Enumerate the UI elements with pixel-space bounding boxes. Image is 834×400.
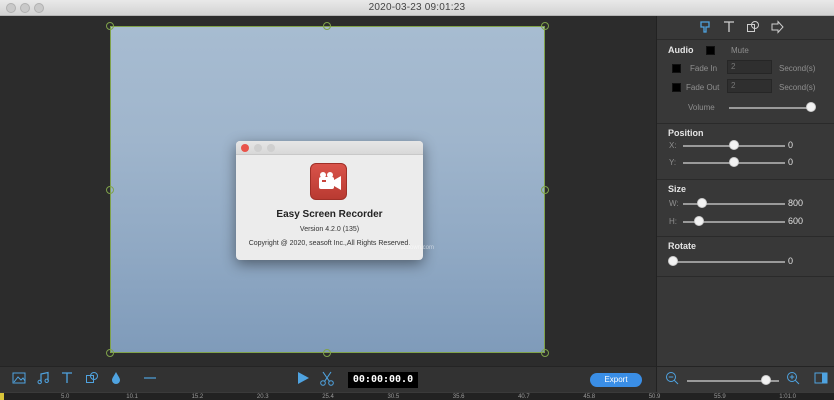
y-label: Y: <box>669 158 677 167</box>
ruler-tick-label: 25.4 <box>322 394 334 400</box>
arrow-icon[interactable] <box>769 20 785 36</box>
ruler-tick-label: 1:01.0 <box>779 394 796 400</box>
app-version: Version 4.2.0 (135) <box>299 226 360 233</box>
ruler-tick-label: 30.5 <box>387 394 400 400</box>
fade-in-field[interactable]: 2 <box>727 60 772 74</box>
text-icon[interactable] <box>721 20 737 36</box>
position-section: Position X: 0 Y: 0 <box>657 124 834 180</box>
shape-icon[interactable] <box>745 20 761 36</box>
app-name: Easy Screen Recorder <box>276 209 383 220</box>
position-title: Position <box>668 128 704 138</box>
ruler-tick-label: 35.6 <box>452 394 465 400</box>
about-dialog: Easy Screen Recorder Version 4.2.0 (135)… <box>236 141 423 260</box>
y-value[interactable]: 0 <box>788 157 793 167</box>
drop-icon[interactable] <box>107 371 125 389</box>
watermark: www.macdown.com <box>381 245 435 251</box>
export-button[interactable]: Export <box>590 373 642 387</box>
dialog-title-bar <box>236 141 423 155</box>
mute-checkbox[interactable] <box>706 46 715 55</box>
fade-out-field[interactable]: 2 <box>727 79 772 93</box>
app-window: 2020-03-23 09:01:23 Easy Screen Recorder… <box>0 0 834 400</box>
ruler-tick-label: 20.3 <box>256 394 269 400</box>
width-slider-knob[interactable] <box>697 198 707 208</box>
width-value[interactable]: 800 <box>788 198 803 208</box>
x-slider-knob[interactable] <box>729 140 739 150</box>
fade-out-unit: Second(s) <box>779 83 816 92</box>
ruler-tick-label: 40.7 <box>518 394 530 400</box>
sidebar-toggle-icon[interactable] <box>812 371 830 389</box>
mute-label: Mute <box>731 46 749 55</box>
size-section: Size W: 800 H: 600 <box>657 180 834 237</box>
resize-handle-bottom-left[interactable] <box>106 349 114 357</box>
resize-handle-bottom[interactable] <box>323 349 331 357</box>
ruler-tick-label: 45.8 <box>583 394 596 400</box>
resize-handle-top[interactable] <box>323 22 331 30</box>
camera-icon <box>310 163 347 200</box>
resize-handle-bottom-right[interactable] <box>541 349 549 357</box>
playhead-marker[interactable] <box>0 393 4 400</box>
resize-handle-top-right[interactable] <box>541 22 549 30</box>
width-label: W: <box>669 199 679 208</box>
ruler-tick-label: 55.9 <box>714 394 726 400</box>
zoom-bar <box>656 366 834 392</box>
dialog-close-button[interactable] <box>241 144 249 152</box>
x-value[interactable]: 0 <box>788 140 793 150</box>
volume-slider-knob[interactable] <box>806 102 816 112</box>
fade-out-checkbox[interactable] <box>672 83 681 92</box>
y-slider-knob[interactable] <box>729 157 739 167</box>
fade-in-checkbox[interactable] <box>672 64 681 73</box>
fade-in-unit: Second(s) <box>779 64 816 73</box>
volume-slider-track[interactable] <box>729 107 815 109</box>
window-title: 2020-03-23 09:01:23 <box>368 2 466 13</box>
panel-tab-bar <box>657 16 834 40</box>
ruler-tick-label: 50.9 <box>648 394 661 400</box>
paint-icon[interactable] <box>697 20 713 36</box>
fade-in-label: Fade In <box>690 64 718 73</box>
fade-out-label: Fade Out <box>686 83 720 92</box>
scissors-icon[interactable] <box>318 371 336 389</box>
audio-section: Audio Mute Fade In 2 Second(s) Fade Out … <box>657 40 834 124</box>
x-label: X: <box>669 141 677 150</box>
line-icon[interactable] <box>141 371 159 389</box>
dialog-zoom-button[interactable] <box>267 144 275 152</box>
resize-handle-top-left[interactable] <box>106 22 114 30</box>
rotate-value[interactable]: 0 <box>788 256 793 266</box>
rotate-slider-track[interactable] <box>669 261 785 263</box>
time-display: 00:00:00.0 <box>348 372 418 388</box>
title-bar: 2020-03-23 09:01:23 <box>0 0 834 16</box>
play-icon[interactable] <box>294 371 312 389</box>
height-label: H: <box>669 217 677 226</box>
rotate-title: Rotate <box>668 241 697 251</box>
resize-handle-right[interactable] <box>541 186 549 194</box>
height-slider-knob[interactable] <box>694 216 704 226</box>
shape-icon[interactable] <box>83 371 101 389</box>
music-icon[interactable] <box>34 371 52 389</box>
size-title: Size <box>668 184 687 194</box>
rotate-slider-knob[interactable] <box>668 256 678 266</box>
ruler-tick-label: 15.2 <box>191 394 204 400</box>
text-icon[interactable] <box>58 371 76 389</box>
dialog-minimize-button[interactable] <box>254 144 262 152</box>
resize-handle-left[interactable] <box>106 186 114 194</box>
zoom-out-icon[interactable] <box>663 371 681 389</box>
image-icon[interactable] <box>10 371 28 389</box>
ruler-tick-label: 10.1 <box>126 394 138 400</box>
rotate-section: Rotate 0 <box>657 237 834 277</box>
height-value[interactable]: 600 <box>788 216 803 226</box>
properties-panel: Audio Mute Fade In 2 Second(s) Fade Out … <box>656 16 834 366</box>
ruler-tick-label: 5.0 <box>61 394 70 400</box>
volume-label: Volume <box>688 103 715 112</box>
zoom-slider-knob[interactable] <box>760 375 771 385</box>
zoom-in-icon[interactable] <box>784 371 802 389</box>
timeline-ruler[interactable]: 5.0 10.1 15.2 20.3 25.4 30.5 35.6 40.7 45.8 50.9 5… <box>0 392 834 400</box>
audio-title: Audio <box>668 45 694 55</box>
